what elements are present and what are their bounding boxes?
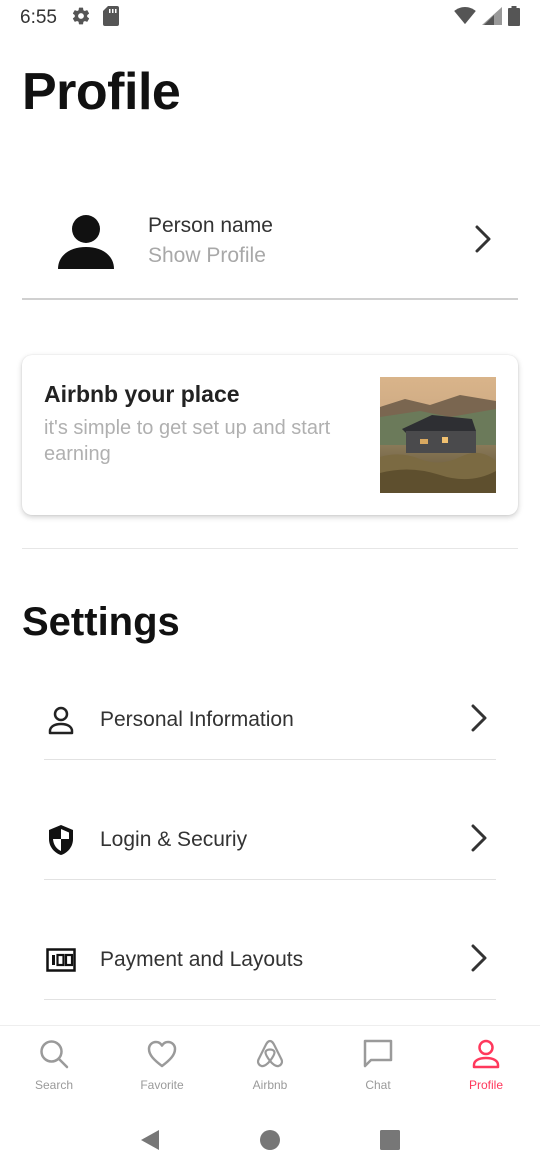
back-icon[interactable] <box>130 1120 170 1160</box>
system-nav <box>0 1110 540 1170</box>
nav-label: Search <box>34 1078 74 1092</box>
money-icon <box>44 943 78 977</box>
settings-title: Settings <box>22 600 180 644</box>
show-profile-link[interactable]: Show Profile <box>148 244 273 268</box>
nav-label: Chat <box>365 1078 391 1092</box>
wifi-icon <box>454 7 476 29</box>
nav-profile[interactable]: Profile <box>432 1026 540 1105</box>
chevron-right-icon <box>470 704 488 736</box>
recents-icon[interactable] <box>370 1120 410 1160</box>
person-name: Person name <box>148 214 273 237</box>
airbnb-your-place-card[interactable]: Airbnb your place it's simple to get set… <box>22 355 518 515</box>
promo-subtitle: it's simple to get set up and start earn… <box>44 417 331 465</box>
status-bar: 6:55 <box>0 0 540 36</box>
settings-item-label: Personal Information <box>100 707 294 731</box>
settings-item-payment-layouts[interactable]: Payment and Layouts <box>44 920 496 1000</box>
signal-icon <box>482 7 502 29</box>
airbnb-logo-icon <box>254 1038 286 1074</box>
house-photo <box>380 377 496 493</box>
status-time: 6:55 <box>20 7 57 28</box>
chat-icon <box>362 1038 394 1074</box>
person-outline-icon <box>44 703 78 737</box>
chevron-right-icon <box>470 824 488 856</box>
battery-icon <box>508 6 520 30</box>
chevron-right-icon <box>470 944 488 976</box>
divider <box>22 548 518 549</box>
profile-icon <box>470 1038 502 1074</box>
search-icon <box>38 1038 70 1074</box>
heart-icon <box>146 1038 178 1074</box>
settings-item-login-security[interactable]: Login & Securiy <box>44 800 496 880</box>
nav-favorite[interactable]: Favorite <box>108 1026 216 1105</box>
settings-item-label: Login & Securiy <box>100 827 248 851</box>
bottom-nav: Search Favorite Airbnb Chat Profile <box>0 1025 540 1105</box>
nav-label: Favorite <box>140 1078 184 1092</box>
chevron-right-icon <box>474 225 492 257</box>
nav-airbnb[interactable]: Airbnb <box>216 1026 324 1105</box>
settings-item-label: Payment and Layouts <box>100 947 304 971</box>
settings-item-personal-information[interactable]: Personal Information <box>44 680 496 760</box>
shield-icon <box>44 823 78 857</box>
nav-search[interactable]: Search <box>0 1026 108 1105</box>
page-title: Profile <box>22 63 181 121</box>
divider <box>22 298 518 300</box>
gear-icon <box>71 6 91 30</box>
nav-chat[interactable]: Chat <box>324 1026 432 1105</box>
person-icon <box>50 205 122 277</box>
profile-row[interactable]: Person name Show Profile <box>22 196 518 286</box>
sd-card-icon <box>102 6 119 30</box>
nav-label: Profile <box>468 1078 503 1092</box>
nav-label: Airbnb <box>252 1078 288 1092</box>
home-icon[interactable] <box>250 1120 290 1160</box>
promo-title: Airbnb your place <box>44 381 240 407</box>
